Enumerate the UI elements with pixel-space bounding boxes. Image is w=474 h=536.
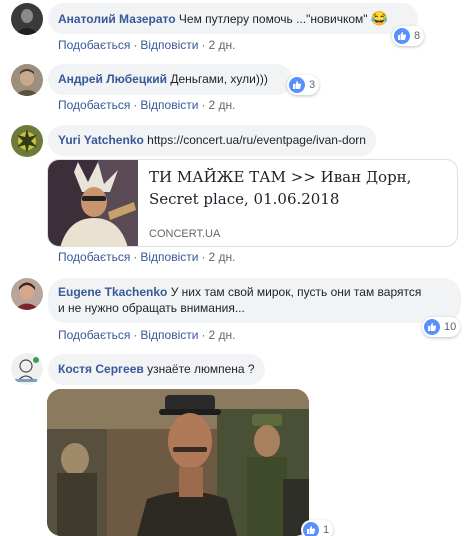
avatar[interactable]	[11, 64, 43, 96]
comment-bubble: Eugene Tkachenko У них там свой мирок, п…	[48, 278, 461, 323]
reaction-count[interactable]: 1	[301, 520, 334, 536]
thumbs-up-icon	[289, 77, 305, 93]
comment-text: Чем путлеру помочь ..."новичком"	[178, 12, 368, 26]
comment-text: У них там свой мирок, пусть они там варя…	[170, 285, 422, 299]
comment-actions: Подобається · Відповісти · 2 дн.	[58, 250, 236, 264]
comment-actions: Подобається · Відповісти · 2 дн.	[58, 328, 236, 342]
link-preview-domain: CONCERT.UA	[149, 228, 221, 240]
reaction-count[interactable]: 3	[287, 75, 320, 95]
thumbs-up-icon	[303, 522, 319, 536]
comment-actions: Подобається · Відповісти · 2 дн.	[58, 98, 236, 112]
like-button[interactable]: Подобається	[58, 98, 130, 112]
comment-author[interactable]: Eugene Tkachenko	[58, 285, 167, 299]
avatar[interactable]	[11, 278, 43, 310]
comment-author[interactable]: Костя Сергеев	[58, 362, 144, 376]
like-button[interactable]: Подобається	[58, 328, 130, 342]
comment-author[interactable]: Yuri Yatchenko	[58, 133, 144, 147]
comment-bubble: Андрей Любецкий Деньгами, хули)))	[48, 64, 292, 95]
comment-text-continued: и не нужно обращать внимания...	[58, 301, 245, 315]
laughing-emoji-icon: 😂	[370, 10, 389, 26]
comment-author[interactable]: Андрей Любецкий	[58, 72, 167, 86]
reaction-count[interactable]: 8	[392, 26, 425, 46]
comment-bubble: Анатолий Мазерато Чем путлеру помочь ...…	[48, 3, 419, 34]
like-button[interactable]: Подобається	[58, 250, 130, 264]
avatar[interactable]	[11, 353, 43, 385]
comment-author[interactable]: Анатолий Мазерато	[58, 12, 176, 26]
comment-text: узнаёте люмпена ?	[147, 362, 255, 376]
link-preview-image	[48, 160, 138, 246]
comment-photo[interactable]	[47, 389, 309, 536]
comment-link[interactable]: https://concert.ua/ru/eventpage/ivan-dor…	[147, 133, 366, 147]
avatar[interactable]	[11, 125, 43, 157]
thumbs-up-icon	[424, 319, 440, 335]
comment-time[interactable]: 2 дн.	[208, 38, 235, 52]
reaction-count[interactable]: 10	[422, 317, 461, 337]
reply-button[interactable]: Відповісти	[140, 328, 198, 342]
comment-text: Деньгами, хули)))	[170, 72, 268, 86]
comment-time[interactable]: 2 дн.	[208, 98, 235, 112]
link-preview-title[interactable]: ТИ МАЙЖЕ ТАМ >> Иван Дорн, Secret place,…	[149, 166, 449, 210]
reply-button[interactable]: Відповісти	[140, 38, 198, 52]
avatar[interactable]	[11, 3, 43, 35]
reply-button[interactable]: Відповісти	[140, 250, 198, 264]
link-preview-card[interactable]: ТИ МАЙЖЕ ТАМ >> Иван Дорн, Secret place,…	[47, 159, 458, 247]
reply-button[interactable]: Відповісти	[140, 98, 198, 112]
comment-time[interactable]: 2 дн.	[208, 250, 235, 264]
comment-bubble: Yuri Yatchenko https://concert.ua/ru/eve…	[48, 125, 376, 156]
comment-bubble: Костя Сергеев узнаёте люмпена ?	[48, 354, 265, 385]
thumbs-up-icon	[394, 28, 410, 44]
comment-time[interactable]: 2 дн.	[208, 328, 235, 342]
comment-actions: Подобається · Відповісти · 2 дн.	[58, 38, 236, 52]
like-button[interactable]: Подобається	[58, 38, 130, 52]
